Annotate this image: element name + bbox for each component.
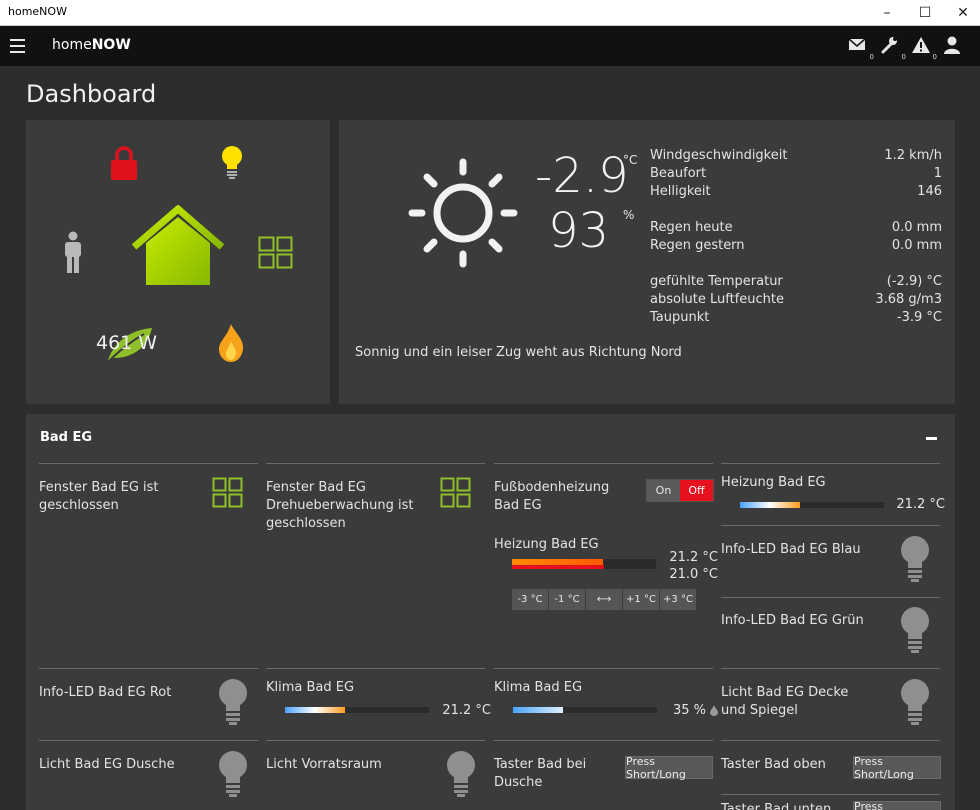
close-button[interactable]: ✕ [940,0,980,26]
taster-oben-label: Taster Bad oben [721,757,826,772]
press-short-long-button[interactable]: Press Short/Long [625,755,713,781]
minus-1-button[interactable]: -1 °C [549,589,585,610]
droplet-icon [710,705,718,716]
power-consumption: 461 W [96,332,158,354]
person-icon[interactable] [62,231,84,275]
cell-divider [39,668,258,669]
weather-row: Regen gestern 0.0 mm [650,238,942,253]
light-bulb-off-icon[interactable] [899,535,931,583]
klima-humidity-fill [513,707,564,713]
cell-divider [721,668,940,669]
menu-icon[interactable] [10,39,25,53]
cell-divider [721,740,940,741]
klima-humidity-bar [513,707,657,713]
temperature-unit: °C [623,153,638,167]
weather-row: Windgeschwindigkeit 1.2 km/h [650,148,942,163]
minus-3-button[interactable]: -3 °C [512,589,548,610]
fenster-dreh-label: Fenster Bad EG Drehueberwachung ist gesc… [266,480,414,531]
licht-dusche-label: Licht Bad EG Dusche [39,757,175,772]
heizung-actual-value: 21.2 °C [669,550,718,565]
light-bulb-on-icon[interactable] [220,145,244,181]
klima-label: Klima Bad EG [266,680,355,695]
tools-icon[interactable]: 0 [880,35,906,61]
heizung-level-bar [740,502,884,508]
flame-icon[interactable] [217,323,245,363]
user-icon[interactable] [943,35,967,59]
toggle-on-option[interactable]: On [647,480,680,501]
cell-divider [266,463,485,464]
toggle-off-option[interactable]: Off [680,480,713,501]
cell-divider [266,740,485,741]
window-closed-icon[interactable] [258,236,294,270]
heizung-level-fill [740,502,801,508]
led-rot-label: Info-LED Bad EG Rot [39,685,172,700]
fenster-bad-label: Fenster Bad EG ist geschlossen [39,480,159,513]
plus-1-button[interactable]: +1 °C [623,589,659,610]
light-bulb-off-icon[interactable] [899,606,931,654]
light-bulb-off-icon[interactable] [445,750,477,798]
fussbodenheizung-toggle[interactable]: On Off [646,479,714,502]
cell-divider [266,668,485,669]
light-bulb-off-icon[interactable] [217,678,249,726]
klima-humidity-value: 35 % [672,703,706,718]
licht-vorrat-label: Licht Vorratsraum [266,757,382,772]
heizung-target-value: 21.0 °C [669,567,718,582]
led-gruen-label: Info-LED Bad EG Grün [721,613,864,628]
press-short-long-button[interactable]: Press Short/Long [853,800,941,810]
section-title: Bad EG [40,430,93,445]
window-title: homeNOW [8,5,67,18]
cell-divider [494,463,713,464]
klima-temperature-fill [285,707,346,713]
cell-divider [494,740,713,741]
brand-logo: homeNOW [52,37,131,53]
warning-icon[interactable]: 0 [911,35,937,61]
cell-divider [39,463,258,464]
lock-icon[interactable] [110,145,138,181]
home-icon[interactable] [132,205,224,287]
messages-icon[interactable]: 0 [848,35,874,61]
window-titlebar: homeNOW – ☐ ✕ [0,0,980,26]
heizung-value: 21.2 °C [896,497,945,512]
weather-row: Taupunkt -3.9 °C [650,310,942,325]
klima-temperature-bar [285,707,429,713]
light-bulb-off-icon[interactable] [899,678,931,726]
cell-divider [721,525,940,526]
heizung-label: Heizung Bad EG [494,537,599,552]
light-bulb-off-icon[interactable] [217,750,249,798]
outdoor-temperature: -2.9 [535,148,629,204]
heizung-target-bar [512,565,656,569]
cell-divider [39,740,258,741]
window-closed-icon[interactable] [440,477,472,509]
cell-divider [494,668,713,669]
press-short-long-button[interactable]: Press Short/Long [853,755,941,781]
weather-row: absolute Luftfeuchte 3.68 g/m3 [650,292,942,307]
setpoint-buttons: -3 °C -1 °C ⟷ +1 °C +3 °C [512,589,696,610]
taster-dusche-label: Taster Bad bei Dusche [494,757,587,790]
weather-row: Beaufort 1 [650,166,942,181]
outdoor-humidity: 93 [548,203,610,259]
weather-row: Helligkeit 146 [650,184,942,199]
reset-button[interactable]: ⟷ [586,589,622,610]
weather-description: Sonnig und ein leiser Zug weht aus Richt… [355,345,682,360]
klima-temperature-value: 21.2 °C [442,703,491,718]
collapse-button[interactable] [926,437,937,440]
led-blau-label: Info-LED Bad EG Blau [721,542,861,557]
plus-3-button[interactable]: +3 °C [660,589,696,610]
cell-divider [721,463,940,464]
window-closed-icon[interactable] [212,477,244,509]
fussbodenheizung-label: Fußbodenheizung Bad EG [494,480,610,513]
cell-divider [721,597,940,598]
page-title: Dashboard [26,80,157,108]
sun-icon [408,158,518,268]
weather-row: Regen heute 0.0 mm [650,220,942,235]
taster-unten-label: Taster Bad unten [721,802,832,810]
app-bar: homeNOW 0 0 0 [0,26,980,66]
cell-divider [721,794,940,795]
klima-label: Klima Bad EG [494,680,583,695]
humidity-unit: % [623,208,635,222]
heizung-target-fill [512,565,604,569]
licht-decke-label: Licht Bad EG Decke und Spiegel [721,685,849,718]
weather-row: gefühlte Temperatur (-2.9) °C [650,274,942,289]
heizung-label: Heizung Bad EG [721,475,826,490]
